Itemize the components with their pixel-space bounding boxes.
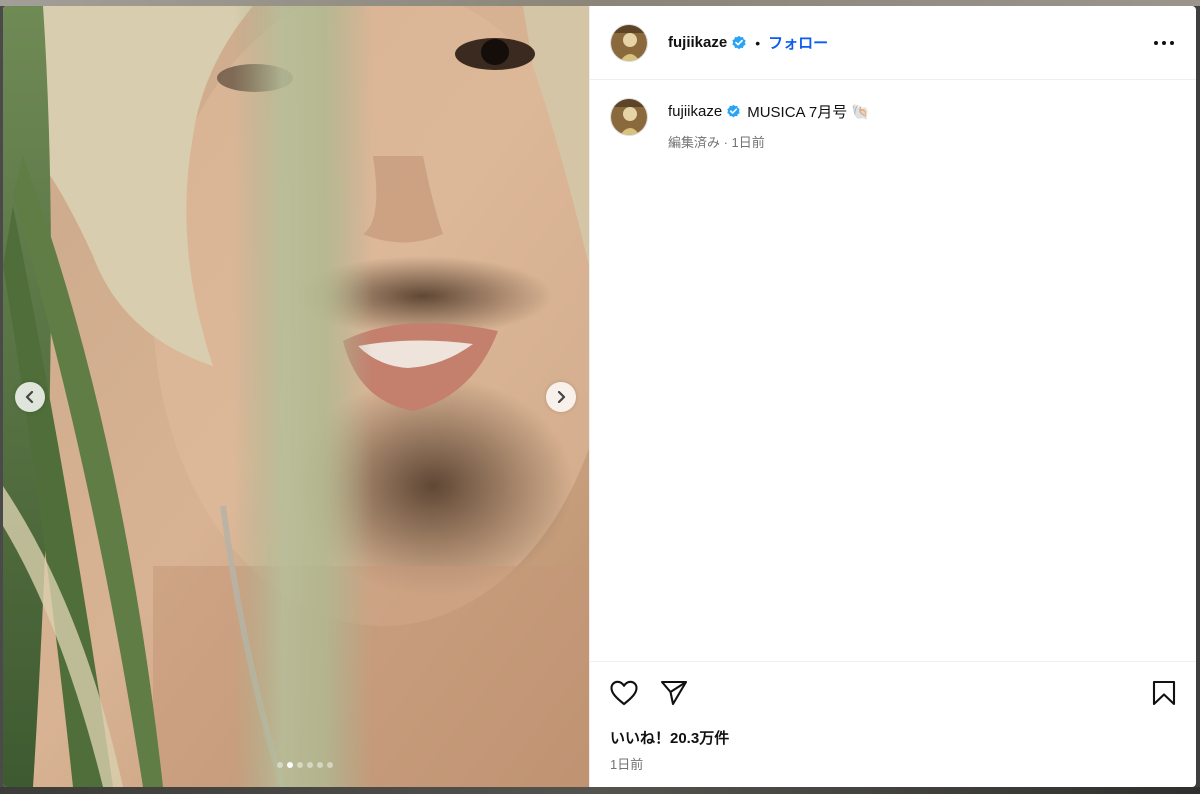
carousel-dot [307,762,313,768]
carousel-dot [297,762,303,768]
backdrop-strip-bottom [0,787,1200,794]
caption-meta: 編集済み · 1日前 [668,135,765,150]
more-options-icon[interactable] [1152,31,1176,55]
post-photo [3,6,589,787]
post-date: 1日前 [610,757,644,772]
heart-icon [610,680,638,706]
bookmark-icon [1152,680,1176,706]
likes-count[interactable]: いいね！20.3万件 [610,727,1176,748]
caption-avatar[interactable] [610,98,648,136]
avatar-image [611,24,647,61]
chevron-left-icon [25,391,34,403]
carousel-indicator [3,762,589,768]
caption-line: fujiikaze MUSICA 7月号 🐚 [668,101,870,122]
avatar-image [611,99,647,135]
share-button[interactable] [660,680,688,706]
like-button[interactable] [610,680,638,706]
header-username[interactable]: fujiikaze [668,34,727,51]
header-separator: • [755,34,761,51]
caption-body: fujiikaze MUSICA 7月号 🐚 編集済み · 1日前 [668,101,870,151]
caption: fujiikaze MUSICA 7月号 🐚 編集済み · 1日前 [610,98,1176,151]
paper-plane-icon [660,680,688,706]
verified-badge-icon [726,104,741,119]
carousel-dot [287,762,293,768]
chevron-right-icon [557,391,566,403]
avatar[interactable] [610,23,648,62]
carousel-prev-button[interactable] [15,382,45,412]
verified-badge-icon [731,35,747,51]
post-header: fujiikaze • フォロー [590,6,1196,80]
caption-text: MUSICA 7月号 🐚 [747,104,871,121]
carousel-dot [277,762,283,768]
follow-button[interactable]: フォロー [768,32,828,53]
carousel-next-button[interactable] [546,382,576,412]
carousel-dot [317,762,323,768]
carousel-dot [327,762,333,768]
comments-area: fujiikaze MUSICA 7月号 🐚 編集済み · 1日前 [590,80,1196,661]
post-footer: いいね！20.3万件 1日前 [590,661,1196,787]
action-bar [610,662,1176,724]
post-media [3,6,589,787]
save-button[interactable] [1152,680,1176,706]
post-sidebar: fujiikaze • フォロー fujiikaze MUSICA 7月号 🐚 … [589,6,1196,787]
caption-username[interactable]: fujiikaze [668,103,722,120]
post-modal: fujiikaze • フォロー fujiikaze MUSICA 7月号 🐚 … [3,6,1196,787]
